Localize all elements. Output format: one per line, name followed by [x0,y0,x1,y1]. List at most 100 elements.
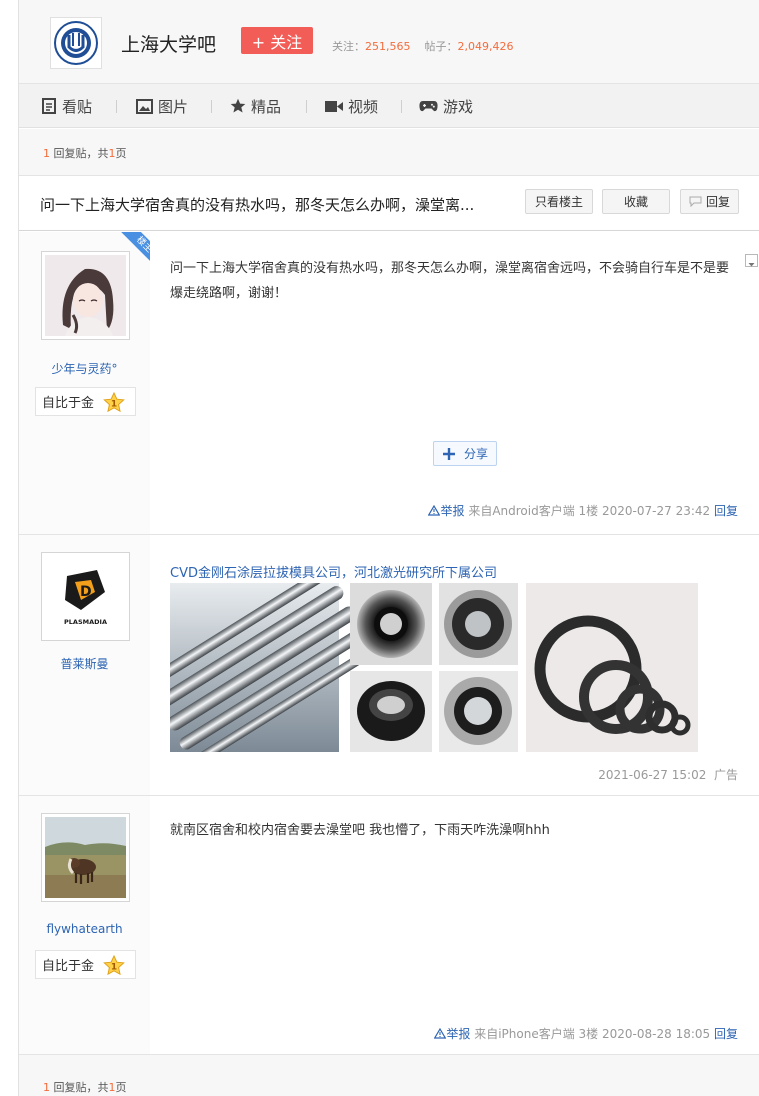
page: 上海大学吧 + 关注 关注：251,565 帖子：2,049,426 看贴 图片 [0,0,759,1096]
svg-text:D: D [80,584,92,600]
reply-count: 1 [43,147,50,160]
avatar[interactable] [41,813,130,902]
author-column: 楼主 少年与灵药° 自比于金 1 [19,232,150,534]
forum-logo[interactable] [50,17,102,69]
level-number: 1 [111,963,117,973]
pager-text: 1 回复贴，共1页 [43,1079,127,1095]
report-label: 举报 [440,504,465,518]
reply-suffix: 回复贴，共 [50,1081,109,1094]
page-suffix: 页 [115,1081,127,1094]
share-label: 分享 [463,447,488,461]
tab-label: 图片 [158,97,189,116]
floor-number: 1楼 [578,504,599,518]
tab-featured[interactable]: 精品 [230,96,281,116]
level-star-icon: 1 [103,954,125,980]
university-seal-icon [54,21,98,65]
only-op-button[interactable]: 只看楼主 [525,189,593,214]
plus-share-icon [442,447,455,460]
post-time: 2020-07-27 23:42 [602,504,711,518]
ad-tail: 2021-06-27 15:02 广告 [598,766,738,783]
follow-count-label: 关注： [332,40,365,53]
speech-bubble-icon [689,196,702,207]
pager-text: 1 回复贴，共1页 [43,145,127,161]
tab-label: 游戏 [443,97,474,116]
forum-name[interactable]: 上海大学吧 [121,30,216,57]
client-source[interactable]: 来自Android客户端 [468,504,574,518]
horse-landscape-avatar-image [45,817,126,898]
ad-product-photo [142,567,698,767]
gamepad-icon [419,100,438,111]
reply-link[interactable]: 回复 [714,1027,738,1041]
warning-icon [428,504,441,516]
pager-top: 1 回复贴，共1页 [19,129,759,175]
author-name[interactable]: 少年与灵药° [19,360,150,377]
level-title: 自比于金 [42,396,95,411]
author-name[interactable]: 普莱斯曼 [19,655,150,672]
author-column: flywhatearth 自比于金 1 [19,796,150,1054]
post-content: 问一下上海大学宿舍真的没有热水吗，那冬天怎么办啊，澡堂离宿舍远吗，不会骑自行车是… [170,261,730,301]
tab-label: 看贴 [62,97,93,116]
follow-count: 251,565 [365,40,411,53]
post-floor-1: 楼主 少年与灵药° 自比于金 1 问一下上海大学宿舍真的没有热水吗，那冬天怎么办… [19,232,759,535]
star-icon [230,98,246,113]
level-badge[interactable]: 自比于金 1 [35,950,136,979]
plasmadia-logo-image: D PLASMADIA [45,556,126,637]
tab-divider [401,100,402,113]
tab-posts[interactable]: 看贴 [41,96,92,116]
ad-time: 2021-06-27 15:02 [598,768,707,782]
favorite-button[interactable]: 收藏 [602,189,670,214]
floor-number: 3楼 [578,1027,599,1041]
tab-label: 视频 [348,97,379,116]
follow-button[interactable]: + 关注 [241,27,313,54]
ad-post: D PLASMADIA 普莱斯曼 CVD金刚石涂层拉拔模具公司，河北激光研究所下… [19,535,759,796]
author-column: D PLASMADIA 普莱斯曼 [19,535,150,795]
pager-bottom: 1 回复贴，共1页 [19,1055,759,1096]
tab-label: 精品 [251,97,282,116]
reply-suffix: 回复贴，共 [50,147,109,160]
page-suffix: 页 [115,147,127,160]
forum-header: 上海大学吧 + 关注 关注：251,565 帖子：2,049,426 [19,0,759,84]
ad-title-link[interactable]: CVD金刚石涂层拉拔模具公司，河北激光研究所下属公司 [170,562,497,581]
tab-images[interactable]: 图片 [136,96,188,116]
video-camera-icon [325,100,343,112]
post-floor-3: flywhatearth 自比于金 1 就南区宿舍和校内宿舍要去澡堂吧 我也懵了… [19,796,759,1055]
report-link[interactable]: 举报 [434,1027,470,1041]
post-content: 就南区宿舍和校内宿舍要去澡堂吧 我也懵了，下雨天咋洗澡啊hhh [170,823,550,838]
forum-stats: 关注：251,565 帖子：2,049,426 [332,38,513,54]
report-link[interactable]: 举报 [428,504,464,518]
client-source[interactable]: 来自iPhone客户端 [474,1027,575,1041]
tab-divider [306,100,307,113]
tab-games[interactable]: 游戏 [419,96,473,116]
thread-title: 问一下上海大学宿舍真的没有热水吗，那冬天怎么办啊，澡堂离... [40,196,475,214]
tab-divider [116,100,117,113]
post-count-label: 帖子： [424,40,458,53]
share-button[interactable]: 分享 [433,441,497,466]
reply-link[interactable]: 回复 [714,504,738,518]
op-badge: 楼主 [121,232,150,267]
ad-image[interactable] [142,567,698,767]
report-label: 举报 [446,1027,471,1041]
post-menu-toggle[interactable] [745,254,758,267]
reply-thread-button[interactable]: 回复 [680,189,739,214]
reply-thread-label: 回复 [705,195,730,209]
post-tail: 举报 来自Android客户端 1楼 2020-07-27 23:42 回复 [428,502,738,519]
author-name[interactable]: flywhatearth [19,922,150,936]
forum-nav: 看贴 图片 精品 视频 游戏 [19,84,759,128]
avatar[interactable]: D PLASMADIA [41,552,130,641]
thread-title-bar: 问一下上海大学宿舍真的没有热水吗，那冬天怎么办啊，澡堂离... 只看楼主 收藏 … [19,175,759,231]
level-badge[interactable]: 自比于金 1 [35,387,136,416]
level-star-icon: 1 [103,391,125,417]
level-number: 1 [111,400,117,410]
image-icon [136,98,153,114]
warning-icon [434,1027,447,1039]
tab-divider [211,100,212,113]
op-ribbon: 楼主 [115,232,150,267]
ad-label: 广告 [713,768,738,782]
page-count: 1 [108,147,116,160]
tab-videos[interactable]: 视频 [325,96,378,116]
page-count: 1 [108,1081,116,1094]
reply-count: 1 [43,1081,50,1094]
anime-avatar-image [45,255,126,336]
document-icon [42,98,56,114]
post-time: 2020-08-28 18:05 [602,1027,711,1041]
